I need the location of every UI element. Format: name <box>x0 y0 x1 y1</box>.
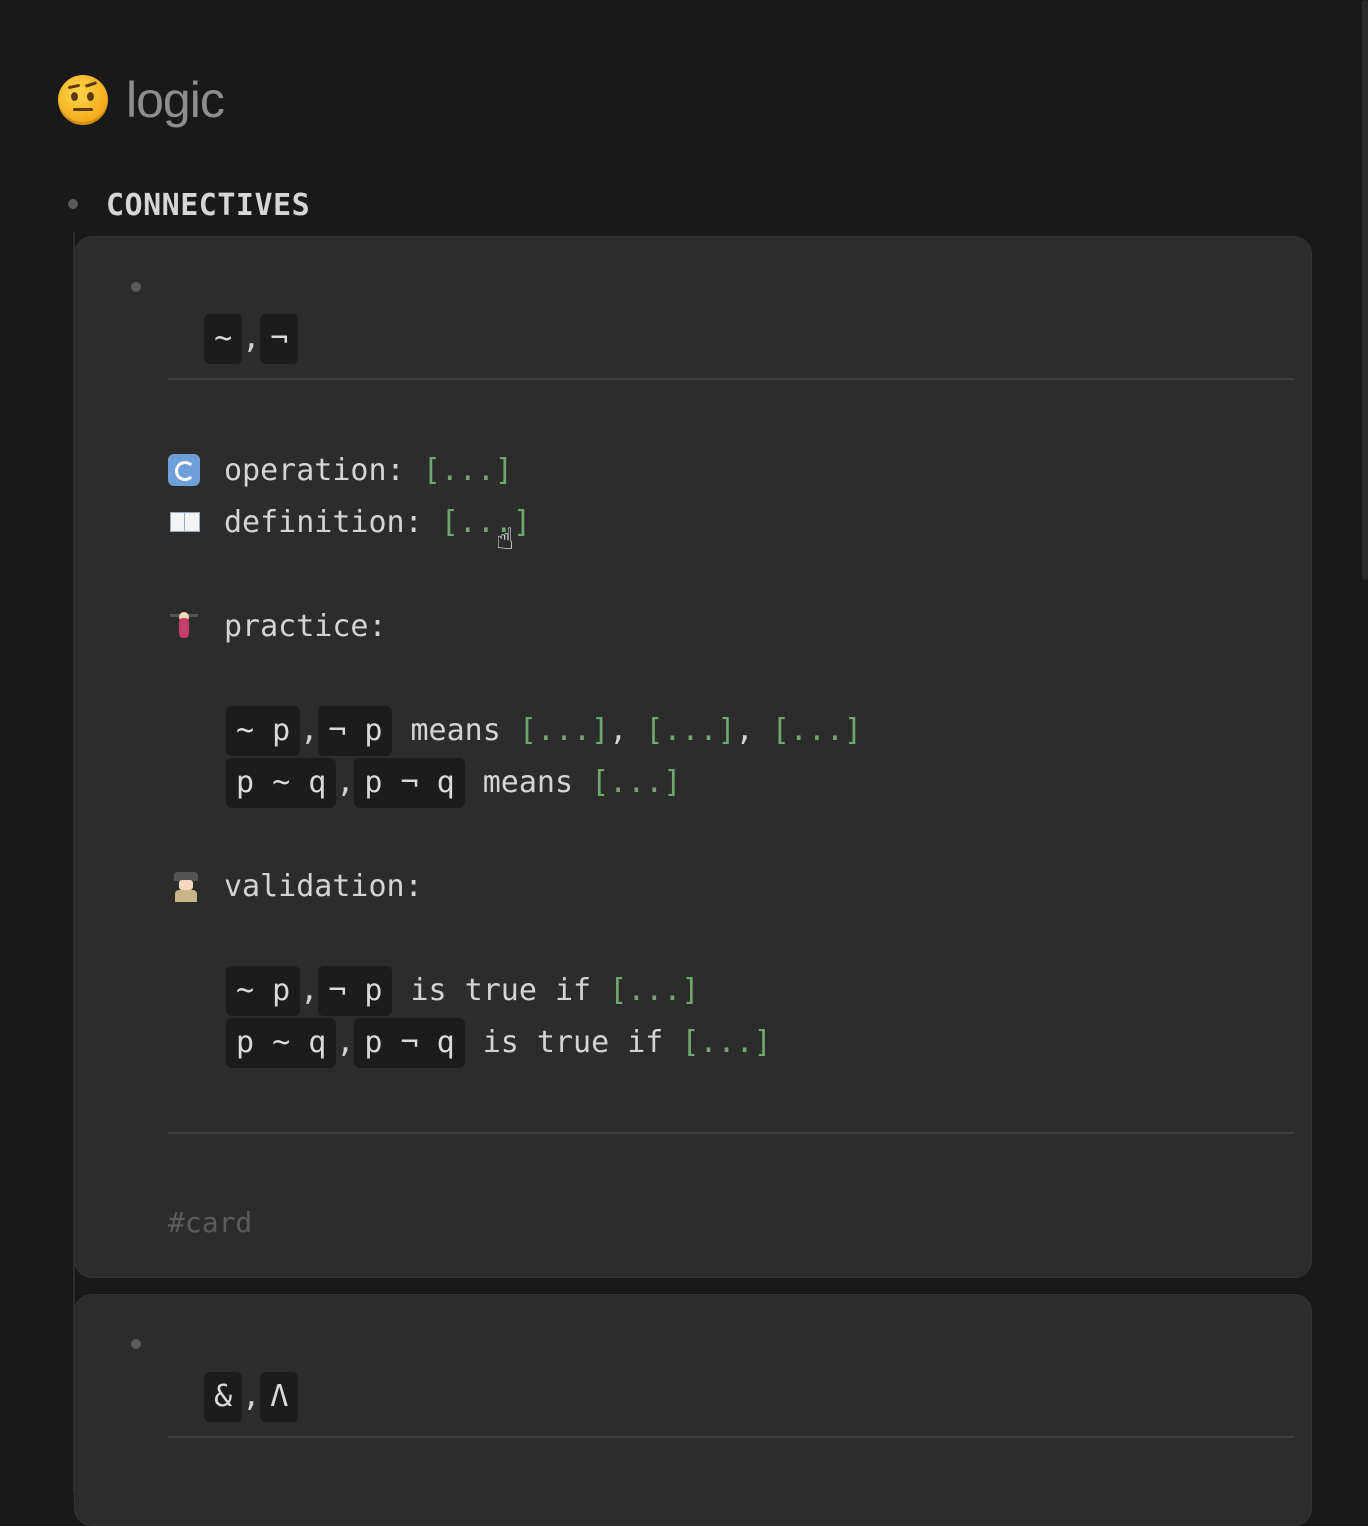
practice-line-1[interactable]: ~ p, ¬ p means [...], [...], [...] <box>226 706 862 756</box>
page-title[interactable]: logic <box>126 71 225 129</box>
code-span: p ~ q <box>226 1018 337 1068</box>
code-span: & <box>204 1372 243 1422</box>
code-span: ~ <box>204 314 243 364</box>
cloze: [...] <box>591 765 682 800</box>
operation-line[interactable]: operation: [...] <box>224 446 513 496</box>
cloze: [...] <box>771 713 863 748</box>
flashcard <box>74 236 1312 1278</box>
detective-icon <box>170 870 202 902</box>
cloze: [...] <box>422 453 513 488</box>
definition-line[interactable]: definition: [...] <box>224 498 531 548</box>
page-header: logic <box>58 70 225 130</box>
code-span: p ¬ q <box>354 758 465 808</box>
face-with-raised-eyebrow-icon <box>58 75 108 125</box>
cloze: [...] <box>645 713 736 748</box>
practice-heading[interactable]: practice: <box>224 602 387 652</box>
card-front[interactable]: ~, ¬ <box>168 264 299 364</box>
section-bullet[interactable] <box>68 199 78 209</box>
cloze: [...] <box>681 1025 772 1060</box>
card-bullet[interactable] <box>131 282 141 292</box>
card-bullet[interactable] <box>131 1339 141 1349</box>
arrows-cycle-icon <box>168 454 200 486</box>
code-span: ~ p <box>226 966 301 1016</box>
section-heading[interactable]: CONNECTIVES <box>106 188 310 223</box>
divider <box>168 378 1294 380</box>
validation-heading[interactable]: validation: <box>224 862 423 912</box>
cloze: [...] <box>440 505 532 540</box>
code-span: ~ p <box>226 706 301 756</box>
scrollbar[interactable] <box>1362 0 1368 580</box>
card-tag[interactable]: #card <box>168 1206 252 1239</box>
code-span: p ~ q <box>226 758 337 808</box>
cloze: [...] <box>609 973 700 1008</box>
code-span: ¬ <box>260 314 299 364</box>
cloze: [...] <box>518 713 610 748</box>
open-book-icon <box>168 506 200 538</box>
code-span: ¬ p <box>318 706 393 756</box>
validation-line-2[interactable]: p ~ q,p ¬ q is true if [...] <box>226 1018 772 1068</box>
code-span: Λ <box>260 1372 299 1422</box>
divider <box>168 1132 1294 1134</box>
validation-line-1[interactable]: ~ p, ¬ p is true if [...] <box>226 966 700 1016</box>
weightlifter-icon <box>168 610 200 642</box>
card-front[interactable]: &, Λ <box>168 1322 299 1422</box>
hand-cursor-icon: ☝ <box>496 522 515 557</box>
code-span: p ¬ q <box>354 1018 465 1068</box>
code-span: ¬ p <box>318 966 393 1016</box>
practice-line-2[interactable]: p ~ q,p ¬ q means [...] <box>226 758 681 808</box>
divider <box>168 1436 1294 1438</box>
